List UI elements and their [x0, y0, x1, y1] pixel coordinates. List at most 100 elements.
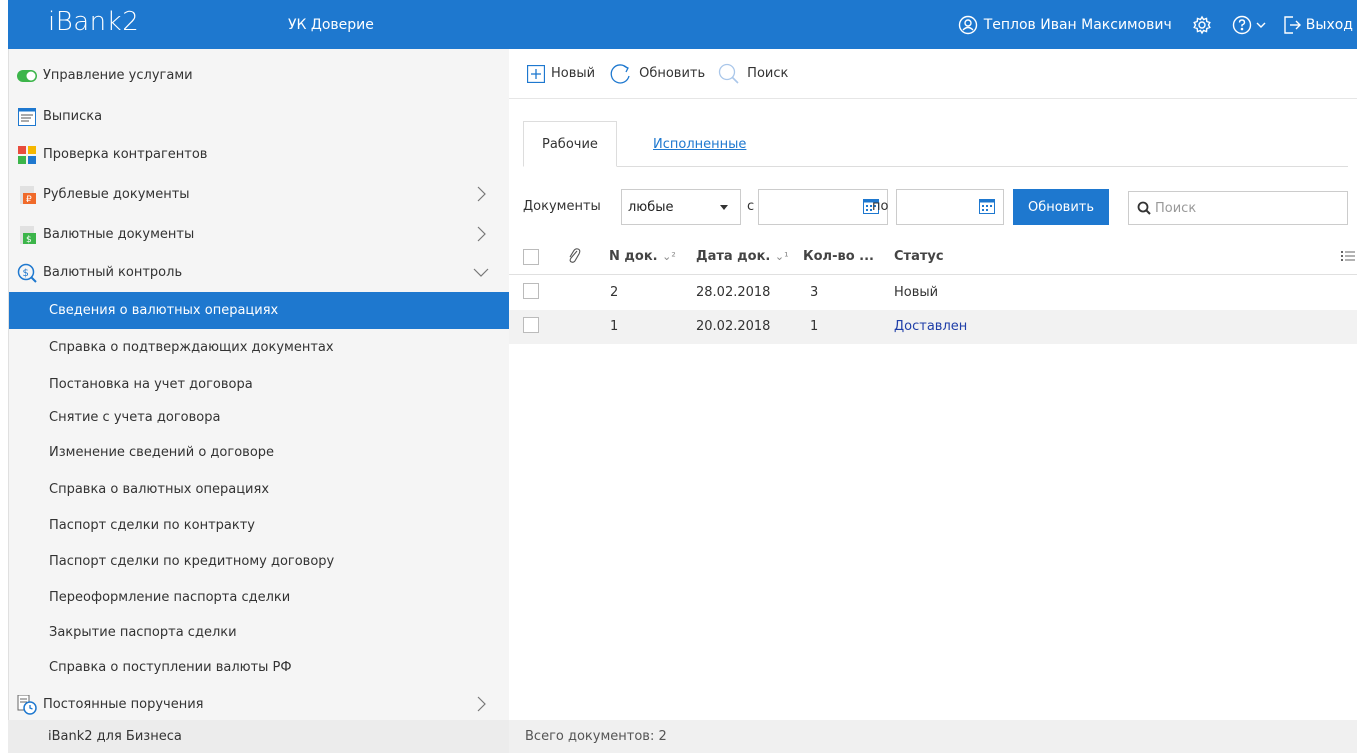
table-row[interactable]: 2 28.02.2018 3 Новый — [509, 276, 1357, 310]
column-menu-icon[interactable] — [1341, 249, 1355, 267]
search-placeholder: Поиск — [1155, 200, 1197, 216]
new-label: Новый — [551, 66, 596, 81]
column-date-label: Дата док. — [696, 249, 771, 264]
table-header: N док. ⌄² Дата док. ⌄¹ Кол-во ... Статус — [509, 239, 1357, 275]
logout-label: Выход — [1305, 16, 1353, 33]
calendar-icon[interactable] — [979, 198, 995, 218]
user-icon — [958, 15, 978, 35]
header-actions: Теплов Иван Максимович Выход — [950, 0, 1357, 49]
docs-type-value: любые — [628, 199, 674, 215]
sidebar-item-label: Рублевые документы — [43, 187, 190, 202]
currency-doc-icon: $ — [17, 225, 37, 245]
chevron-right-icon — [472, 185, 490, 203]
statement-icon — [17, 107, 37, 127]
user-menu[interactable]: Теплов Иван Максимович — [950, 0, 1180, 49]
chevron-down-icon — [472, 263, 490, 281]
help-menu[interactable] — [1224, 0, 1274, 49]
dropdown-caret-icon — [720, 205, 728, 210]
docs-filter-label: Документы — [523, 199, 601, 214]
logout-button[interactable]: Выход — [1274, 0, 1357, 49]
sidebar-item-counterparty-check[interactable]: Проверка контрагентов — [9, 136, 510, 173]
chevron-right-icon — [472, 225, 490, 243]
chevron-right-icon — [472, 695, 490, 713]
sidebar-item-label: Проверка контрагентов — [43, 147, 208, 162]
cell-number: 1 — [610, 319, 619, 334]
column-count[interactable]: Кол-во ... — [803, 249, 874, 264]
filter-refresh-button[interactable]: Обновить — [1013, 189, 1109, 225]
tab-working[interactable]: Рабочие — [523, 121, 617, 167]
main-content: Новый Обновить Поиск Рабочие Исполненные… — [509, 49, 1357, 753]
svg-text:₽: ₽ — [26, 195, 32, 204]
date-to-input[interactable] — [896, 189, 1004, 225]
table-row[interactable]: 1 20.02.2018 1 Доставлен — [509, 310, 1357, 344]
date-from-label: с — [747, 199, 755, 214]
sidebar-subitem[interactable]: Паспорт сделки по контракту — [9, 507, 510, 544]
sidebar-item-ruble-docs[interactable]: ₽ Рублевые документы — [9, 176, 510, 213]
chevron-down-icon — [1256, 20, 1266, 30]
sidebar-subitem[interactable]: Закрытие паспорта сделки — [9, 614, 510, 651]
standing-order-icon — [17, 694, 37, 715]
row-checkbox[interactable] — [523, 317, 539, 333]
column-date[interactable]: Дата док. ⌄¹ — [696, 249, 789, 264]
sidebar-item-label: Управление услугами — [43, 68, 193, 83]
cell-status[interactable]: Доставлен — [894, 319, 967, 334]
cell-count: 3 — [810, 285, 819, 300]
document-tabs: Рабочие Исполненные — [523, 121, 1348, 167]
sidebar-item-statement[interactable]: Выписка — [9, 98, 510, 135]
column-status[interactable]: Статус — [894, 249, 944, 264]
column-number[interactable]: N док. ⌄² — [609, 249, 676, 264]
date-from-input[interactable] — [758, 189, 888, 225]
app-window: iBank2 УК Доверие Теплов Иван Максимович — [0, 0, 1357, 753]
toolbar: Новый Обновить Поиск — [509, 49, 1357, 99]
sort-indicator: ⌄¹ — [774, 250, 789, 263]
sidebar-item-services[interactable]: Управление услугами — [9, 57, 510, 94]
sidebar-subitem[interactable]: Справка о поступлении валюты РФ — [9, 649, 510, 686]
sidebar-subitem[interactable]: Справка о валютных операциях — [9, 471, 510, 508]
cell-date: 28.02.2018 — [696, 285, 771, 300]
select-all-checkbox[interactable] — [523, 249, 539, 265]
user-name: Теплов Иван Максимович — [983, 16, 1172, 33]
toggle-icon — [17, 66, 37, 86]
organization-name[interactable]: УК Доверие — [288, 17, 374, 33]
logout-icon — [1282, 15, 1302, 35]
sidebar-item-label: Постоянные поручения — [43, 697, 204, 712]
sidebar-subitem[interactable]: Снятие с учета договора — [9, 399, 510, 436]
sidebar-item-currency-control[interactable]: $ Валютный контроль — [9, 254, 510, 291]
date-to-label: по — [872, 199, 889, 214]
cell-status: Новый — [894, 285, 939, 300]
sidebar-subitem[interactable]: Постановка на учет договора — [9, 366, 510, 403]
search-label: Поиск — [747, 66, 789, 81]
sidebar-subitem[interactable]: Справка о подтверждающих документах — [9, 329, 510, 366]
sidebar: Управление услугами Выписка Проверка кон… — [8, 49, 510, 723]
sidebar-item-standing-orders[interactable]: Постоянные поручения — [9, 686, 510, 723]
sidebar-subitem[interactable]: Переоформление паспорта сделки — [9, 579, 510, 616]
plus-icon — [527, 64, 545, 83]
sidebar-item-label: Валютные документы — [43, 227, 195, 242]
help-icon — [1232, 15, 1252, 35]
sidebar-subitem[interactable]: Изменение сведений о договоре — [9, 434, 510, 471]
refresh-button[interactable]: Обновить — [607, 63, 705, 85]
gear-icon — [1192, 15, 1212, 35]
filter-bar: Документы любые с по Обновить Поиск — [523, 189, 1353, 225]
search-icon — [1137, 201, 1151, 215]
svg-text:$: $ — [26, 235, 32, 244]
tab-executed[interactable]: Исполненные — [635, 121, 764, 167]
sidebar-item-label: Валютный контроль — [43, 265, 183, 280]
sidebar-subitem-currency-operations[interactable]: Сведения о валютных операциях — [9, 292, 510, 329]
settings-button[interactable] — [1180, 0, 1224, 49]
sidebar-subitem[interactable]: Паспорт сделки по кредитному договору — [9, 543, 510, 580]
search-button[interactable]: Поиск — [717, 63, 788, 85]
svg-text:$: $ — [23, 268, 29, 279]
cell-number: 2 — [610, 285, 619, 300]
cell-count: 1 — [810, 319, 819, 334]
document-count: Всего документов: 2 — [509, 720, 1357, 753]
sidebar-item-label: Выписка — [43, 109, 103, 124]
new-button[interactable]: Новый — [527, 64, 596, 83]
search-input[interactable]: Поиск — [1128, 191, 1348, 225]
row-checkbox[interactable] — [523, 283, 539, 299]
refresh-icon — [607, 63, 633, 85]
docs-type-select[interactable]: любые — [621, 189, 741, 225]
sort-indicator: ⌄² — [662, 250, 676, 263]
sidebar-item-currency-docs[interactable]: $ Валютные документы — [9, 216, 510, 253]
app-logo: iBank2 — [48, 7, 140, 37]
